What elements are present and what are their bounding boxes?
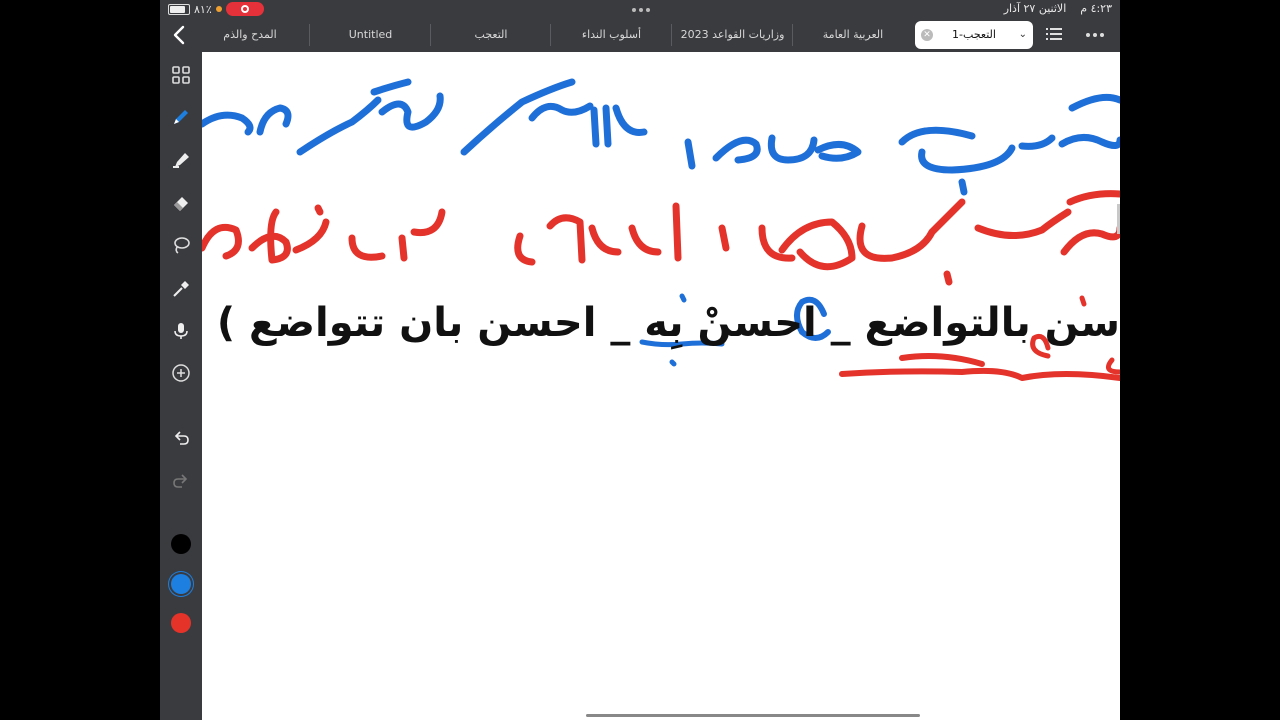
- eraser-icon[interactable]: [171, 192, 191, 212]
- tab-label: Untitled: [348, 28, 393, 41]
- tab-label: أسلوب النداء: [581, 28, 642, 41]
- tab-label: التعجب: [474, 28, 508, 41]
- blue-ink-stroke: [712, 136, 761, 164]
- ipad-screen: ٨١٪ ٤:٢٣ م الاثنين ٢٧ آذار المدح والذم U…: [160, 0, 1120, 720]
- redo-icon[interactable]: [171, 471, 191, 491]
- clock: ٤:٢٣ م الاثنين ٢٧ آذار: [1004, 2, 1112, 15]
- blue-ink-stroke: [370, 78, 412, 96]
- blue-ink-stroke: [296, 96, 382, 156]
- red-ink-stroke: [410, 208, 446, 237]
- blue-ink-stroke: [460, 78, 576, 156]
- vertical-scrollbar[interactable]: [1117, 204, 1120, 234]
- battery-icon: [168, 3, 190, 15]
- red-ink-stroke: [974, 208, 1072, 240]
- red-ink-stroke: [672, 202, 682, 262]
- tab-untitled[interactable]: Untitled: [309, 24, 431, 46]
- blue-ink-stroke: [1058, 134, 1120, 149]
- status-bar: ٨١٪ ٤:٢٣ م الاثنين ٢٧ آذار: [160, 0, 1120, 18]
- blue-ink-stroke: [958, 178, 968, 196]
- tab-taajjub[interactable]: التعجب: [430, 24, 551, 46]
- red-ink-stroke: [348, 234, 386, 261]
- red-ink-stroke: [314, 204, 324, 216]
- red-ink-stroke: [943, 270, 953, 286]
- blue-ink-stroke: [1068, 93, 1120, 112]
- tab-uslub-alnida[interactable]: أسلوب النداء: [550, 24, 672, 46]
- close-tab-icon[interactable]: ✕: [921, 29, 933, 41]
- battery-percent: ٨١٪: [194, 2, 212, 16]
- red-ink-stroke: [546, 214, 586, 264]
- color-swatch-black[interactable]: [171, 534, 191, 554]
- tab-arabiya-aama[interactable]: العربية العامة: [792, 24, 913, 46]
- handwriting-layer: [202, 78, 1120, 381]
- red-ink-stroke: [628, 224, 662, 256]
- red-ink-stroke: [1066, 190, 1120, 206]
- status-date: الاثنين ٢٧ آذار: [1003, 2, 1067, 15]
- typed-sentence: سن بالتواضع _ احسنْ بِه _ احسن بان تتواض…: [216, 300, 1120, 346]
- tab-label: العربية العامة: [822, 28, 884, 41]
- list-icon[interactable]: [1046, 27, 1062, 41]
- blue-ink-stroke: [814, 141, 862, 162]
- red-ink-stroke: [839, 367, 1120, 381]
- red-ink-stroke: [856, 198, 966, 262]
- microphone-icon[interactable]: [171, 321, 191, 341]
- red-ink-stroke: [202, 223, 242, 260]
- red-ink-stroke: [588, 224, 622, 256]
- mic-in-use-dot: [215, 6, 222, 12]
- tab-label: وزاريات القواعد 2023: [680, 28, 785, 41]
- record-icon: [240, 5, 249, 13]
- back-chevron-icon[interactable]: [170, 24, 190, 46]
- chevron-down-icon[interactable]: ⌄: [1019, 21, 1027, 49]
- tab-taajjub-1-active[interactable]: ✕ التعجب-1 ⌄: [915, 21, 1033, 49]
- tab-label: التعجب-1: [952, 28, 996, 41]
- blue-ink-stroke: [378, 92, 444, 131]
- blue-ink-stroke: [918, 144, 1016, 174]
- red-ink-stroke: [398, 234, 408, 262]
- multitasking-dots-icon[interactable]: [632, 8, 650, 12]
- red-ink-stroke: [718, 224, 730, 252]
- blue-ink-stroke: [767, 134, 818, 164]
- blue-ink-stroke: [1018, 134, 1056, 150]
- undo-icon[interactable]: [171, 428, 191, 448]
- blue-ink-stroke: [528, 102, 594, 122]
- more-options-icon[interactable]: [1086, 33, 1104, 37]
- red-ink-stroke: [292, 218, 330, 254]
- grid-icon[interactable]: [171, 65, 191, 85]
- color-swatch-red[interactable]: [171, 613, 191, 633]
- red-ink-stroke: [1105, 357, 1120, 375]
- left-toolbar: [160, 52, 202, 720]
- battery-fill: [170, 5, 185, 13]
- eyedropper-icon[interactable]: [171, 279, 191, 299]
- pen-icon[interactable]: [171, 107, 191, 127]
- red-ink-stroke: [1060, 224, 1120, 256]
- color-swatch-blue[interactable]: [171, 574, 191, 594]
- document-tab-bar: المدح والذم Untitled التعجب أسلوب النداء…: [160, 18, 1120, 52]
- tab-label: المدح والذم: [223, 28, 277, 41]
- blue-ink-stroke: [669, 359, 677, 367]
- screen-recording-indicator[interactable]: [225, 2, 264, 16]
- blue-ink-stroke: [202, 111, 254, 136]
- red-ink-stroke: [248, 208, 291, 264]
- tab-madh-wal-thamm[interactable]: المدح والذم: [190, 24, 310, 46]
- home-indicator[interactable]: [586, 714, 920, 717]
- blue-ink-stroke: [612, 104, 648, 136]
- lasso-icon[interactable]: [171, 235, 191, 255]
- status-time: ٤:٢٣ م: [1080, 2, 1112, 15]
- blue-ink-stroke: [256, 104, 292, 136]
- battery-indicator: ٨١٪: [168, 2, 264, 16]
- blue-ink-stroke: [898, 126, 976, 146]
- blue-ink-stroke: [602, 104, 612, 148]
- note-canvas[interactable]: سن بالتواضع _ احسنْ بِه _ احسن بان تتواض…: [202, 52, 1120, 720]
- red-ink-stroke: [514, 232, 536, 266]
- add-icon[interactable]: [171, 363, 191, 383]
- tab-wizariyat[interactable]: وزاريات القواعد 2023: [671, 24, 793, 46]
- blue-ink-stroke: [590, 106, 600, 148]
- blue-ink-stroke: [684, 138, 696, 170]
- red-ink-stroke: [899, 353, 985, 367]
- highlighter-icon[interactable]: [171, 149, 191, 169]
